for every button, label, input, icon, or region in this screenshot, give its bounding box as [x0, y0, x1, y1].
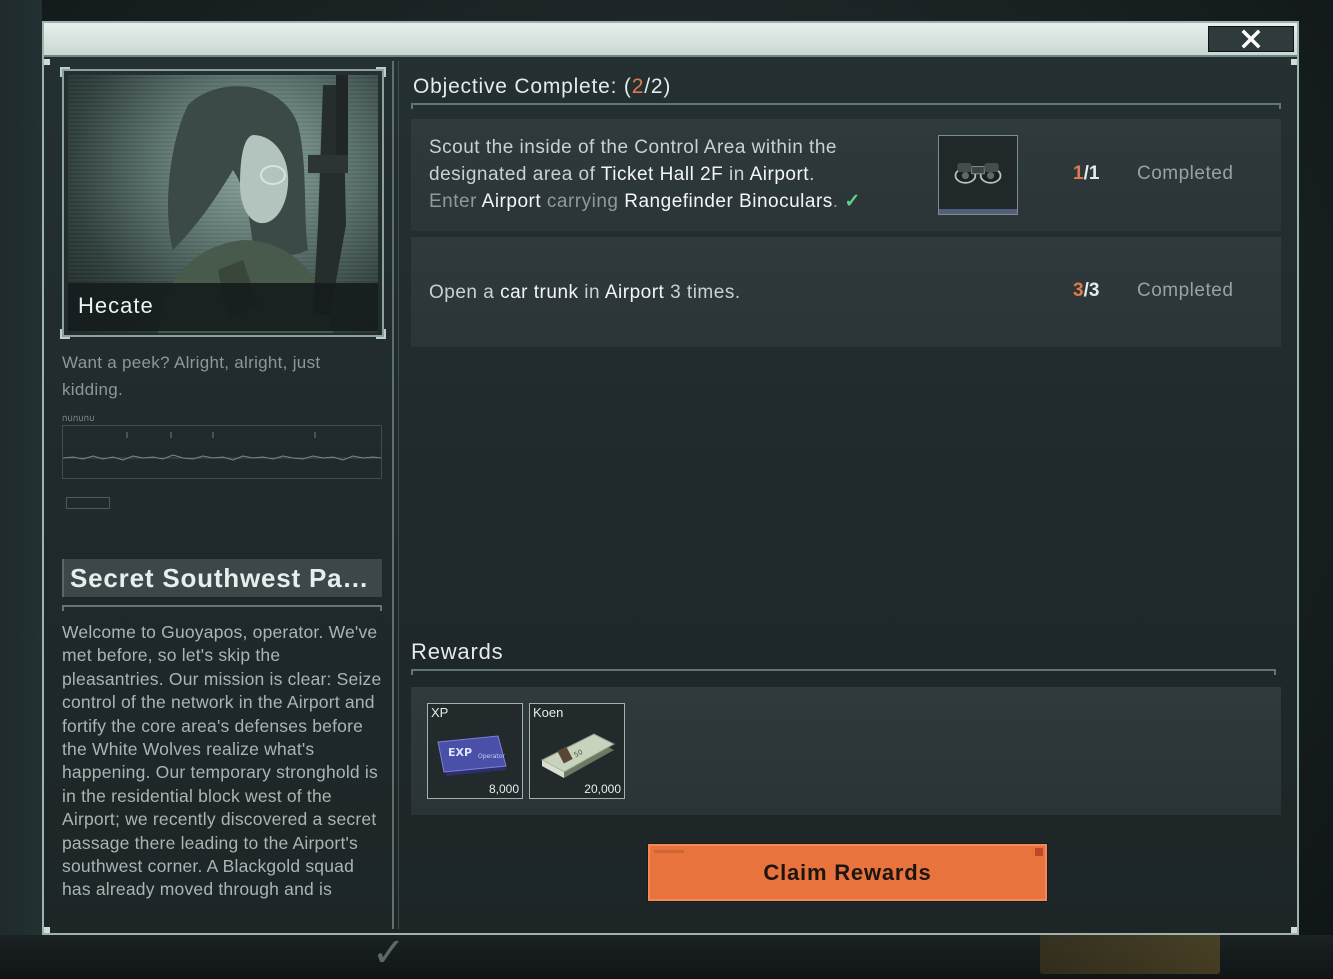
objective-text-segment: 3 times.: [664, 282, 741, 303]
objective-status: Completed: [1137, 280, 1234, 301]
objective-text-segment: .: [809, 164, 815, 185]
objective-text-segment: carrying: [541, 191, 625, 212]
objective-status: Completed: [1137, 163, 1234, 184]
signal-footer: [66, 497, 110, 509]
progress-total: /3: [1083, 280, 1100, 301]
check-icon: ✓: [844, 191, 861, 212]
character-quote: Want a peek? Alright, alright, just kidd…: [62, 353, 321, 399]
target-highlight: car trunk: [500, 282, 579, 303]
objective-text-segment: Enter: [429, 191, 482, 212]
svg-text:EXP: EXP: [448, 746, 472, 759]
objective-total-count: 2: [650, 75, 664, 98]
divider: [411, 669, 1276, 675]
objective-progress: 3/3: [1073, 280, 1099, 302]
map-highlight: Airport: [749, 164, 810, 185]
item-highlight: Rangefinder Binoculars: [624, 191, 833, 212]
portrait-name-bar: Hecate: [68, 283, 378, 331]
objective-header: Objective Complete: (2/2): [413, 75, 671, 99]
objective-progress: 1/1: [1073, 163, 1099, 185]
character-panel: Hecate Want a peek? Alright, alright, ju…: [48, 61, 394, 929]
button-corner-marker: [1035, 848, 1043, 856]
required-item-slot[interactable]: [938, 135, 1018, 215]
binoculars-icon: [954, 163, 1002, 184]
reward-amount: 20,000: [584, 782, 621, 796]
background-left: [0, 0, 42, 979]
character-name: Hecate: [78, 293, 154, 318]
reward-item-koen[interactable]: Koen 50 20,000: [529, 703, 625, 799]
divider: [62, 605, 382, 611]
objective-text-segment: Open a: [429, 282, 501, 303]
reward-amount: 8,000: [488, 782, 519, 796]
progress-total: /1: [1083, 163, 1100, 184]
background-check-icon: ✓: [372, 930, 406, 976]
cash-stack-icon: 50: [540, 733, 616, 778]
claim-rewards-button[interactable]: Claim Rewards: [647, 843, 1048, 902]
mission-title-box: Secret Southwest Pass...: [62, 559, 382, 597]
location-highlight: Ticket Hall 2F: [600, 164, 724, 185]
objective-text-line: Scout the inside of the Control Area wit…: [429, 137, 837, 158]
mission-modal: Hecate Want a peek? Alright, alright, ju…: [42, 21, 1299, 935]
objective-text-segment: in: [723, 164, 750, 185]
rewards-title: Rewards: [411, 639, 504, 664]
item-rarity-bar: [939, 209, 1017, 214]
divider: [411, 103, 1281, 109]
objective-header-label: Objective Complete: (: [413, 75, 632, 98]
signal-waveform: [62, 425, 382, 479]
svg-text:Operator: Operator: [478, 753, 505, 760]
mission-description: Welcome to Guoyapos, operator. We've met…: [62, 622, 382, 900]
objective-text: Scout the inside of the Control Area wit…: [429, 134, 899, 215]
exp-ticket-icon: EXP Operator: [437, 735, 507, 776]
objective-row: Scout the inside of the Control Area wit…: [411, 119, 1281, 231]
objective-text-segment: designated area of: [429, 164, 601, 185]
signal-label: ∩∪∩∪∩∪: [62, 414, 95, 424]
objective-row: Open a car trunk in Airport 3 times. 3/3…: [411, 237, 1281, 347]
progress-done: 1: [1073, 163, 1084, 184]
character-portrait: Hecate: [60, 67, 386, 339]
objective-text-segment: .: [832, 191, 839, 212]
objective-separator: /: [644, 75, 651, 98]
progress-done: 3: [1073, 280, 1084, 301]
reward-name: Koen: [533, 705, 564, 720]
map-highlight: Airport: [604, 282, 665, 303]
modal-header-bar: [44, 23, 1297, 57]
close-button[interactable]: [1208, 26, 1294, 52]
mission-title: Secret Southwest Pass...: [70, 563, 378, 593]
objective-text: Open a car trunk in Airport 3 times.: [429, 279, 1029, 306]
close-icon: [1241, 29, 1261, 49]
button-decoration: [654, 850, 684, 853]
rewards-list: XP EXP Operator 8,000 Koen 50 20,000: [411, 687, 1281, 815]
objective-close-paren: ): [663, 75, 672, 98]
reward-name: XP: [431, 705, 449, 720]
objective-done-count: 2: [631, 75, 645, 98]
objectives-panel: Objective Complete: (2/2) Scout the insi…: [398, 61, 1293, 929]
claim-rewards-label: Claim Rewards: [763, 859, 932, 885]
map-highlight: Airport: [481, 191, 542, 212]
objective-text-segment: in: [578, 282, 605, 303]
reward-item-xp[interactable]: XP EXP Operator 8,000: [427, 703, 523, 799]
